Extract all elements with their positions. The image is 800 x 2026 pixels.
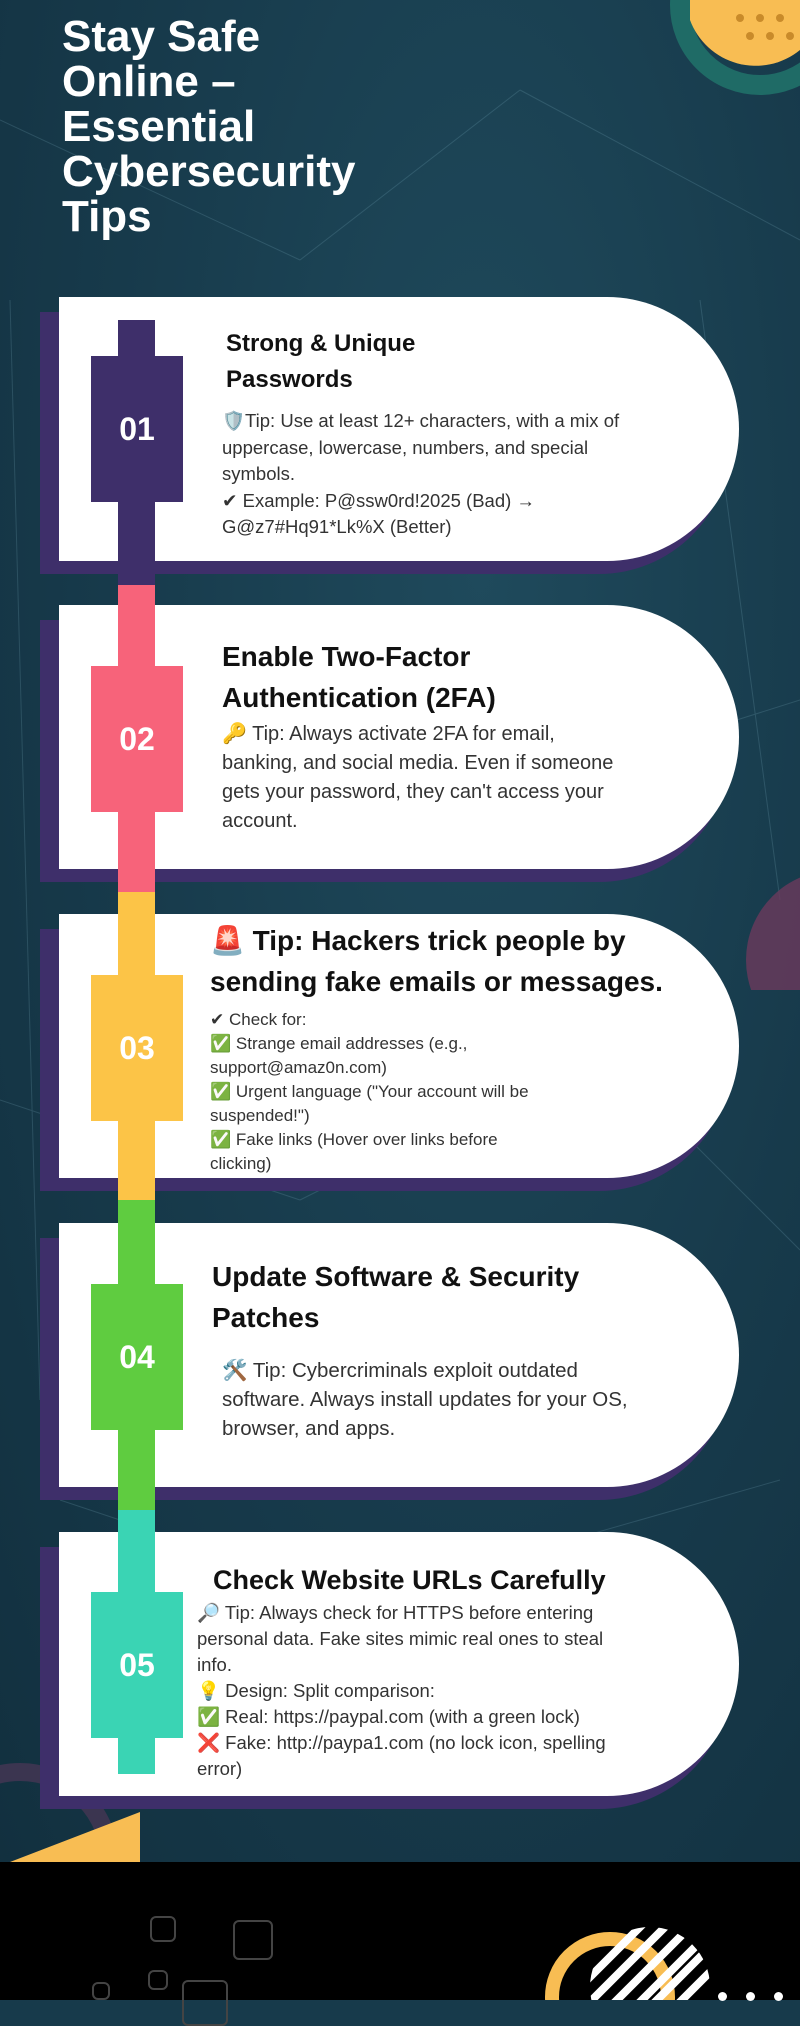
tip-body-line: ✔ Example: P@ssw0rd!2025 (Bad) → [222, 489, 535, 511]
tip-heading-1: Strong & Unique Passwords [226, 326, 702, 398]
tip-body-3: ✔ Check for: ✅ Strange email addresses (… [210, 1008, 730, 1176]
tip-body-5: 🔎 Tip: Always check for HTTPS before ent… [197, 1600, 737, 1782]
tip-body-line: ✅ Fake links (Hover over links before [210, 1130, 498, 1149]
title-line: Stay Safe [62, 12, 261, 61]
decor-square [148, 1970, 168, 1990]
tip-heading-line: Passwords [226, 366, 353, 393]
page-title: Stay Safe Online – Essential Cybersecuri… [62, 14, 402, 239]
tip-heading-line: 🚨 Tip: Hackers trick people by [210, 925, 626, 956]
tip-heading-line: Strong & Unique [226, 330, 416, 357]
top-right-decor-shape [670, 0, 800, 95]
decor-square [150, 1916, 176, 1942]
tip-body-line: ✔ Check for: [210, 1010, 307, 1029]
tip-body-line: software. Always install updates for you… [222, 1388, 628, 1411]
tip-number-3: 03 [119, 1029, 155, 1066]
tip-body-line: 💡 Design: Split comparison: [197, 1680, 435, 1701]
tip-number-1: 01 [119, 410, 155, 447]
tip-heading-line: Authentication (2FA) [222, 682, 496, 713]
tip-body-line: clicking) [210, 1154, 272, 1173]
tip-content-3: 🚨 Tip: Hackers trick people by sending f… [210, 920, 730, 1176]
decor-square [233, 1920, 273, 1960]
tip-number-2: 02 [119, 720, 155, 757]
tip-body-line: browser, and apps. [222, 1417, 396, 1440]
tip-heading-5: Check Website URLs Carefully [213, 1560, 737, 1600]
tip-heading-3: 🚨 Tip: Hackers trick people by sending f… [210, 920, 730, 1002]
tip-heading-line: Check Website URLs Carefully [213, 1565, 606, 1595]
tip-body-line: info. [197, 1654, 232, 1675]
decor-square [182, 1980, 228, 2026]
decor-square [92, 1982, 110, 2000]
tip-body-line: symbols. [222, 463, 295, 484]
tip-body-line: ✅ Real: https://paypal.com (with a green… [197, 1706, 580, 1727]
tip-heading-line: Enable Two-Factor [222, 641, 471, 672]
tip-body-line: 🛡️Tip: Use at least 12+ characters, with… [222, 410, 620, 431]
tip-body-line: suspended!") [210, 1106, 310, 1125]
tip-body-line: uppercase, lowercase, numbers, and speci… [222, 436, 589, 458]
tip-body-line: support@amaz0n.com) [210, 1058, 387, 1077]
tip-number-4: 04 [119, 1338, 155, 1375]
tip-content-2: Enable Two-Factor Authentication (2FA) 🔑… [222, 636, 722, 836]
tip-body-line: 🛠️ Tip: Cybercriminals exploit outdated [222, 1359, 578, 1382]
tip-body-line: personal data. Fake sites mimic real one… [197, 1628, 604, 1649]
title-line: Tips [62, 192, 152, 241]
tip-heading-line: Patches [212, 1302, 320, 1333]
tip-body-line: banking, and social media. Even if someo… [222, 752, 614, 774]
tip-heading-2: Enable Two-Factor Authentication (2FA) [222, 636, 722, 718]
tip-body-line: account. [222, 810, 298, 832]
tip-body-line: error) [197, 1758, 243, 1779]
title-line: Cybersecurity [62, 147, 356, 196]
tip-number-5: 05 [119, 1646, 155, 1683]
tip-heading-4: Update Software & Security Patches [212, 1256, 732, 1338]
footer-decor-circles [545, 1927, 710, 2000]
footer-band [0, 1862, 800, 2026]
tip-body-line: ✅ Strange email addresses (e.g., [210, 1034, 468, 1053]
tip-body-line: 🔎 Tip: Always check for HTTPS before ent… [197, 1602, 594, 1623]
tip-heading-line: sending fake emails or messages. [210, 966, 663, 997]
tip-body-2: 🔑 Tip: Always activate 2FA for email, ba… [222, 720, 722, 836]
tip-body-1: 🛡️Tip: Use at least 12+ characters, with… [222, 408, 702, 541]
tip-body-line: ✅ Urgent language ("Your account will be [210, 1082, 529, 1101]
tip-content-4: Update Software & Security Patches 🛠️ Ti… [212, 1256, 732, 1443]
tip-body-line: G@z7#Hq91*Lk%X (Better) [222, 516, 452, 537]
title-line: Essential [62, 102, 256, 151]
tip-body-line: gets your password, they can't access yo… [222, 781, 604, 803]
tip-heading-line: Update Software & Security [212, 1261, 580, 1292]
tip-body-line: ❌ Fake: http://paypa1.com (no lock icon,… [197, 1732, 606, 1753]
tip-body-4: 🛠️ Tip: Cybercriminals exploit outdated … [222, 1356, 732, 1443]
tip-content-5: Check Website URLs Carefully 🔎 Tip: Alwa… [197, 1560, 737, 1782]
tip-content-1: Strong & Unique Passwords 🛡️Tip: Use at … [222, 326, 702, 541]
tip-body-line: 🔑 Tip: Always activate 2FA for email, [222, 723, 555, 745]
right-side-decor-arc [746, 877, 800, 990]
title-line: Online – [62, 57, 236, 106]
